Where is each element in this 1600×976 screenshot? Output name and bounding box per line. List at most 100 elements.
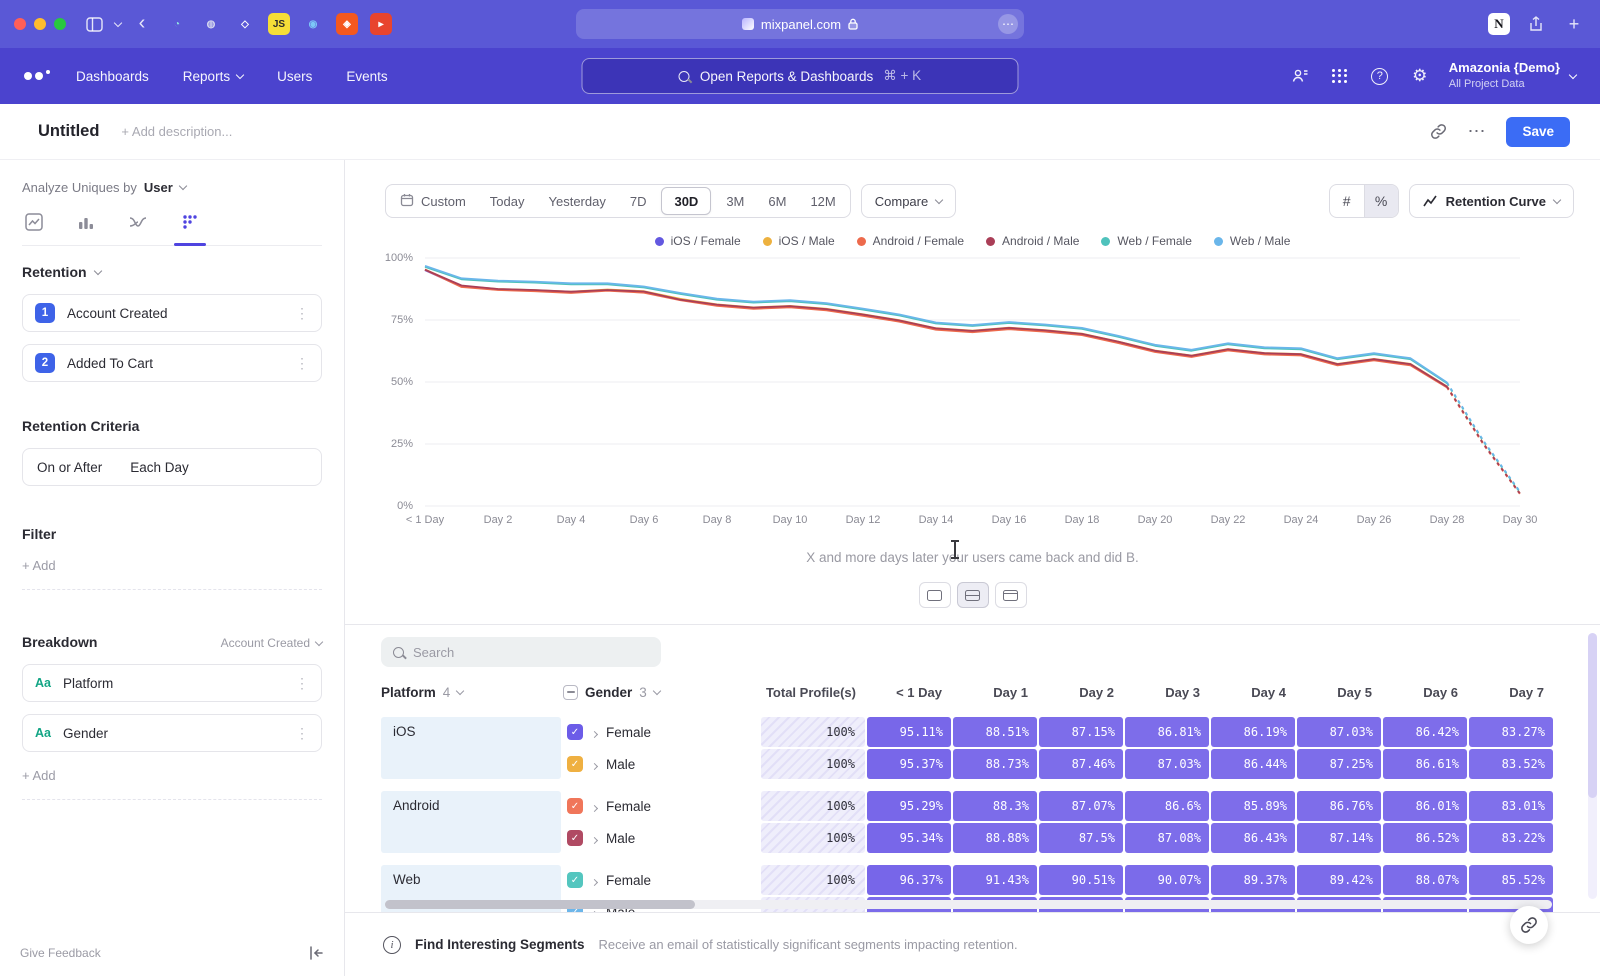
gender-row-female[interactable]: ✓Female xyxy=(563,865,759,895)
mixpanel-logo[interactable] xyxy=(24,68,50,84)
breakdown-menu-icon[interactable]: ⋮ xyxy=(293,675,311,692)
chevron-right-icon[interactable] xyxy=(592,799,597,814)
retention-cell[interactable]: 83.01% xyxy=(1469,791,1553,821)
retention-cell[interactable]: 95.37% xyxy=(867,749,951,779)
add-description-field[interactable]: + Add description... xyxy=(121,124,232,139)
new-tab-icon[interactable]: + xyxy=(1562,12,1586,36)
view-toggle-split[interactable] xyxy=(957,582,989,608)
tab-flows[interactable] xyxy=(126,211,150,233)
retention-cell[interactable]: 86.19% xyxy=(1211,717,1295,747)
project-switcher[interactable]: Amazonia {Demo} All Project Data xyxy=(1449,60,1576,91)
breakdown-item-gender[interactable]: AaGender⋮ xyxy=(22,714,322,752)
zoom-window-button[interactable] xyxy=(54,18,66,30)
retention-cell[interactable]: 86.01% xyxy=(1383,791,1467,821)
retention-cell[interactable]: 87.14% xyxy=(1297,823,1381,853)
more-options-icon[interactable]: ⋯ xyxy=(1467,121,1486,142)
compare-button[interactable]: Compare xyxy=(861,184,956,218)
clock-extension-icon[interactable]: ◔ xyxy=(166,13,188,35)
nav-item-users[interactable]: Users xyxy=(277,69,312,84)
retention-cell[interactable]: 87.46% xyxy=(1039,749,1123,779)
settings-gear-icon[interactable]: ⚙ xyxy=(1409,65,1431,87)
retention-cell[interactable]: 83.27% xyxy=(1469,717,1553,747)
retention-cell[interactable]: 88.88% xyxy=(953,823,1037,853)
retention-cell[interactable]: 83.52% xyxy=(1469,749,1553,779)
retention-cell[interactable]: 88.73% xyxy=(953,749,1037,779)
nav-item-dashboards[interactable]: Dashboards xyxy=(76,69,149,84)
retention-cell[interactable]: 86.81% xyxy=(1125,717,1209,747)
retention-cell[interactable]: 89.37% xyxy=(1211,865,1295,895)
address-bar[interactable]: mixpanel.com ⋯ xyxy=(576,9,1024,39)
add-breakdown-button[interactable]: + Add xyxy=(22,768,322,800)
apps-grid-icon[interactable] xyxy=(1329,65,1351,87)
minimize-window-button[interactable] xyxy=(34,18,46,30)
global-search-button[interactable]: Open Reports & Dashboards ⌘ + K xyxy=(582,58,1019,94)
shield-extension-icon[interactable]: ◈ xyxy=(336,13,358,35)
retention-step-2[interactable]: 2Added To Cart⋮ xyxy=(22,344,322,382)
retention-cell[interactable]: 86.61% xyxy=(1383,749,1467,779)
row-checkbox[interactable]: ✓ xyxy=(567,830,583,846)
range-custom[interactable]: Custom xyxy=(388,185,478,217)
tab-funnels[interactable] xyxy=(74,211,98,233)
retention-cell[interactable]: 86.76% xyxy=(1297,791,1381,821)
retention-cell[interactable]: 87.5% xyxy=(1039,823,1123,853)
package-extension-icon[interactable]: ◇ xyxy=(234,13,256,35)
breakdown-item-platform[interactable]: AaPlatform⋮ xyxy=(22,664,322,702)
step-menu-icon[interactable]: ⋮ xyxy=(293,305,311,322)
back-icon[interactable]: ‹ xyxy=(130,11,154,35)
retention-cell[interactable]: 86.52% xyxy=(1383,823,1467,853)
nav-item-events[interactable]: Events xyxy=(346,69,387,84)
chevron-right-icon[interactable] xyxy=(592,757,597,772)
profile-extension-icon[interactable]: ◍ xyxy=(200,13,222,35)
horizontal-scrollbar[interactable] xyxy=(385,900,1552,909)
retention-cell[interactable]: 95.34% xyxy=(867,823,951,853)
retention-cell[interactable]: 88.07% xyxy=(1383,865,1467,895)
gender-column-header[interactable]: Gender3 xyxy=(563,685,759,700)
range-6m[interactable]: 6M xyxy=(756,185,798,217)
vertical-scrollbar-thumb[interactable] xyxy=(1588,633,1597,798)
gender-row-female[interactable]: ✓Female xyxy=(563,791,759,821)
row-checkbox[interactable]: ✓ xyxy=(567,724,583,740)
legend-item[interactable]: iOS / Female xyxy=(655,234,741,248)
table-search[interactable] xyxy=(381,637,661,667)
horizontal-scrollbar-thumb[interactable] xyxy=(385,900,695,909)
report-title[interactable]: Untitled xyxy=(38,122,99,141)
breakdown-scope-dropdown[interactable]: Account Created xyxy=(221,636,322,650)
retention-cell[interactable]: 87.08% xyxy=(1125,823,1209,853)
platform-cell[interactable]: Android xyxy=(381,791,561,853)
legend-item[interactable]: iOS / Male xyxy=(763,234,835,248)
legend-item[interactable]: Android / Male xyxy=(986,234,1079,248)
retention-cell[interactable]: 86.42% xyxy=(1383,717,1467,747)
retention-chart-svg[interactable] xyxy=(425,258,1520,506)
range-30d[interactable]: 30D xyxy=(661,187,711,215)
retention-step-1[interactable]: 1Account Created⋮ xyxy=(22,294,322,332)
retention-cell[interactable]: 86.6% xyxy=(1125,791,1209,821)
step-menu-icon[interactable]: ⋮ xyxy=(293,355,311,372)
legend-item[interactable]: Web / Female xyxy=(1101,234,1191,248)
retention-criteria-row[interactable]: On or After Each Day xyxy=(22,448,322,486)
breakdown-menu-icon[interactable]: ⋮ xyxy=(293,725,311,742)
select-all-checkbox[interactable] xyxy=(563,685,578,700)
vertical-scrollbar[interactable] xyxy=(1588,633,1597,899)
chart-type-dropdown[interactable]: Retention Curve xyxy=(1409,184,1574,218)
chevron-right-icon[interactable] xyxy=(592,831,597,846)
percent-format-button[interactable]: % xyxy=(1364,185,1398,217)
video-extension-icon[interactable]: ▸ xyxy=(370,13,392,35)
find-segments-title[interactable]: Find Interesting Segments xyxy=(415,937,585,952)
range-yesterday[interactable]: Yesterday xyxy=(537,185,618,217)
add-filter-button[interactable]: + Add xyxy=(22,558,322,590)
sidebar-toggle-icon[interactable] xyxy=(82,12,106,36)
retention-cell[interactable]: 88.51% xyxy=(953,717,1037,747)
retention-cell[interactable]: 89.42% xyxy=(1297,865,1381,895)
retention-cell[interactable]: 83.22% xyxy=(1469,823,1553,853)
page-actions-icon[interactable]: ⋯ xyxy=(998,14,1018,34)
copy-link-icon[interactable] xyxy=(1430,123,1447,140)
chrome-extension-icon[interactable]: ◉ xyxy=(302,13,324,35)
gender-row-male[interactable]: ✓Male xyxy=(563,823,759,853)
chevron-right-icon[interactable] xyxy=(592,725,597,740)
notion-app-icon[interactable]: N xyxy=(1488,13,1510,35)
retention-cell[interactable]: 87.15% xyxy=(1039,717,1123,747)
retention-cell[interactable]: 87.03% xyxy=(1125,749,1209,779)
nav-item-reports[interactable]: Reports xyxy=(183,69,243,84)
user-report-icon[interactable] xyxy=(1289,65,1311,87)
platform-cell[interactable]: iOS xyxy=(381,717,561,779)
